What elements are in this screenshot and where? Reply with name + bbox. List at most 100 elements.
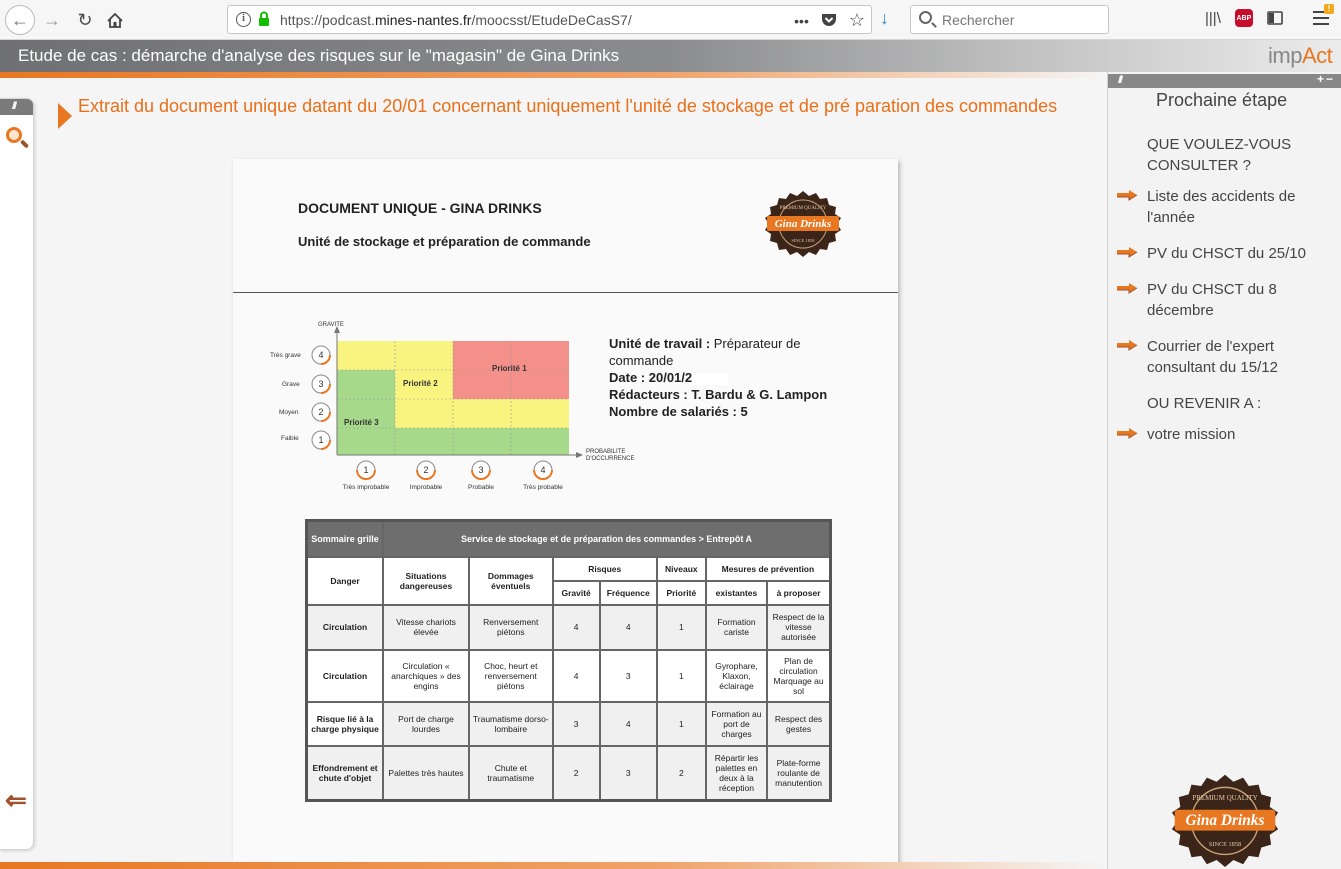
frequence-cell: 4 — [598, 603, 658, 651]
existantes-cell: Formation au port de charges — [704, 700, 769, 747]
panel-tab-arrows-icon[interactable]: //// — [1108, 74, 1341, 88]
sub-frequence: Fréquence — [598, 579, 658, 606]
priority-1-label: Priorité 1 — [492, 364, 527, 373]
arrow-right-icon: → — [43, 9, 61, 30]
x-level-label: Improbable — [410, 484, 443, 491]
logo-top-text: PREMIUM QUALITY — [1192, 794, 1257, 802]
staff-row: Nombre de salariés : 5 — [609, 403, 834, 420]
cell-4-2 — [395, 341, 453, 370]
situation-cell: Vitesse chariots élevée — [382, 603, 470, 651]
cell-1-2 — [395, 428, 453, 455]
priorite-cell: 1 — [655, 648, 707, 703]
consult-heading: QUE VOULEZ-VOUS CONSULTER ? — [1116, 134, 1336, 176]
authors-value: T. Bardu & G. Lampon — [691, 387, 828, 402]
forward-button[interactable]: → — [37, 5, 67, 35]
dommage-cell: Choc, heurt et renversement piétons — [467, 648, 554, 703]
unit-label: Unité de travail : — [609, 336, 711, 351]
summary-header: Sommaire grille — [305, 519, 385, 558]
link-votre-mission[interactable]: votre mission — [1116, 424, 1336, 445]
link-label: Liste des accidents de l'année — [1147, 188, 1296, 226]
logo-prefix: imp — [1268, 43, 1302, 68]
document-image: DOCUMENT UNIQUE - GINA DRINKS Unité de s… — [233, 159, 898, 869]
site-info-icon[interactable]: i — [236, 12, 251, 27]
situation-cell: Circulation « anarchiques » des engins — [382, 648, 470, 703]
url-bar[interactable]: i https://podcast.mines-nantes.fr/moocss… — [227, 5, 872, 34]
reload-button[interactable]: ↻ — [70, 5, 100, 35]
home-icon — [107, 12, 123, 28]
table-row: Circulation Vitesse chariots élevée Renv… — [305, 603, 832, 651]
y-level-label: Très grave — [270, 352, 301, 359]
y-level-num: 1 — [318, 435, 323, 445]
reload-icon: ↻ — [77, 9, 93, 30]
link-label: votre mission — [1147, 426, 1236, 443]
page-header: Etude de cas : démarche d'analyse des ri… — [0, 40, 1341, 72]
frequence-cell: 3 — [598, 744, 658, 802]
link-pv-chsct-8dec[interactable]: PV du CHSCT du 8 décembre — [1116, 279, 1336, 321]
x-level-label: Probable — [468, 484, 494, 491]
footer-accent-strip — [0, 862, 1105, 869]
library-icon[interactable]: |||\ — [1205, 10, 1221, 27]
unit-row: Unité de travail : Préparateur de comman… — [609, 335, 834, 369]
toolbar-right: |||\ ABP — [1205, 9, 1283, 27]
link-pv-chsct-2510[interactable]: PV du CHSCT du 25/10 — [1116, 243, 1336, 264]
x-level-num: 2 — [423, 465, 428, 475]
y-axis-label: GRAVITE — [318, 322, 344, 328]
risk-matrix: GRAVITE PROBABILITE D'OCCURRENCE Priorit… — [270, 322, 634, 491]
logo-suffix: Act — [1301, 43, 1333, 68]
cell-2-2 — [395, 399, 453, 428]
y-levels: 4 Très grave 3 Grave 2 Moyen 1 Faible — [270, 345, 331, 450]
arrow-left-icon: ← — [11, 9, 29, 30]
link-courrier-expert[interactable]: Courrier de l'expert consultant du 15/12 — [1116, 336, 1336, 378]
danger-cell: Effondrement et chute d'objet — [305, 744, 385, 802]
x-level-num: 1 — [363, 465, 368, 475]
table-row: Circulation Circulation « anarchiques » … — [305, 648, 832, 703]
col-niveaux: Niveaux — [655, 555, 707, 582]
rail-tab-arrows-icon[interactable]: //// — [0, 99, 33, 115]
work-unit-info: Unité de travail : Préparateur de comman… — [609, 335, 834, 420]
link-label: Courrier de l'expert consultant du 15/12 — [1147, 338, 1278, 376]
frequence-cell: 4 — [598, 700, 658, 747]
home-button[interactable] — [100, 5, 130, 35]
danger-cell: Circulation — [305, 648, 385, 703]
next-step-panel: //// +− Prochaine étape QUE VOULEZ-VOUS … — [1107, 72, 1341, 869]
panel-resize-controls[interactable]: +− — [1317, 72, 1335, 86]
update-badge: ! — [1324, 4, 1334, 14]
pocket-icon[interactable] — [821, 13, 837, 28]
more-actions-icon[interactable]: ••• — [794, 13, 809, 29]
logo-name-text: Gina Drinks — [1186, 812, 1265, 829]
arrow-bullet-icon — [1117, 247, 1138, 258]
y-level-label: Moyen — [279, 409, 299, 416]
col-situations: Situations dangereuses — [382, 555, 470, 606]
logo-name-text: Gina Drinks — [775, 218, 832, 230]
gina-drinks-logo: Gina Drinks PREMIUM QUALITY SINCE 1858 — [1171, 774, 1279, 867]
table-row: Effondrement et chute d'objet Palettes t… — [305, 744, 832, 802]
url-text: https://podcast.mines-nantes.fr/moocsst/… — [280, 12, 632, 28]
content-title: Extrait du document unique datant du 20/… — [78, 96, 1058, 116]
adblock-icon[interactable]: ABP — [1234, 9, 1253, 27]
priority-2-label: Priorité 2 — [403, 379, 438, 388]
danger-cell: Risque lié à la charge physique — [305, 700, 385, 747]
existantes-cell: Gyrophare, Klaxon, éclairage — [704, 648, 769, 703]
back-arrow-icon[interactable]: ⇐ — [5, 787, 27, 813]
lock-icon — [259, 11, 269, 26]
x-level-label: Très improbable — [343, 484, 390, 491]
y-level-num: 2 — [318, 407, 323, 417]
gina-drinks-logo: Gina Drinks PREMIUM QUALITY SINCE 1858 — [765, 191, 841, 257]
url-actions: ••• ☆ — [794, 10, 865, 31]
search-bar[interactable]: Rechercher — [910, 5, 1109, 34]
x-level-num: 3 — [478, 465, 483, 475]
x-axis-label-2: D'OCCURRENCE — [586, 456, 634, 462]
logo-bottom-text: SINCE 1858 — [1209, 841, 1241, 848]
download-icon[interactable]: ↓ — [880, 8, 889, 29]
priority-3-label: Priorité 3 — [344, 418, 379, 427]
sidebar-toggle-icon[interactable] — [1267, 11, 1283, 25]
table-row: Risque lié à la charge physique Port de … — [305, 700, 832, 747]
y-level-label: Grave — [282, 381, 300, 388]
link-accidents[interactable]: Liste des accidents de l'année — [1116, 186, 1336, 228]
priorite-cell: 1 — [655, 603, 707, 651]
magnifier-icon[interactable] — [6, 127, 22, 143]
url-domain: mines-nantes.fr — [374, 12, 472, 28]
arrow-bullet-icon — [1117, 428, 1138, 439]
bookmark-star-icon[interactable]: ☆ — [849, 10, 865, 31]
back-button[interactable]: ← — [5, 5, 35, 35]
